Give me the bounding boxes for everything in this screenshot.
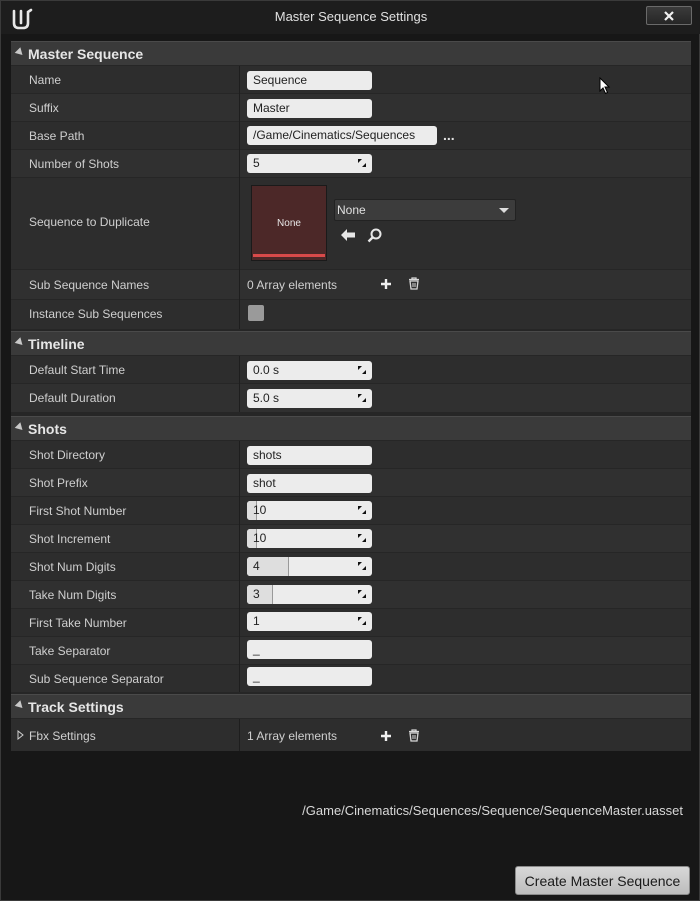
property-label: Instance Sub Sequences <box>29 307 163 321</box>
collapse-triangle-icon <box>14 422 26 433</box>
drag-handle-icon <box>358 506 366 514</box>
section-header-master-sequence[interactable]: Master Sequence <box>11 41 691 65</box>
first-take-number-value: 1 <box>253 614 260 628</box>
first-take-number-spinbox[interactable]: 1 <box>247 612 372 631</box>
master-sequence-settings-window: Master Sequence Settings Master Sequence… <box>0 0 700 901</box>
property-label: Take Separator <box>29 644 111 658</box>
shot-directory-input[interactable]: shots <box>247 446 372 465</box>
search-icon[interactable] <box>367 228 383 243</box>
sub-sequence-separator-input[interactable]: _ <box>247 667 372 686</box>
default-start-time-value: 0.0 s <box>253 363 280 377</box>
add-element-icon[interactable] <box>380 278 392 290</box>
mouse-cursor-icon <box>599 77 611 95</box>
name-input[interactable]: Sequence <box>247 71 372 90</box>
column-divider[interactable] <box>239 441 240 692</box>
close-icon <box>664 10 674 21</box>
slider-fill <box>247 585 273 604</box>
asset-thumbnail[interactable]: None <box>251 185 327 261</box>
property-row-sequence-to-duplicate: Sequence to Duplicate <box>11 178 691 269</box>
browse-path-button[interactable]: ... <box>443 127 455 143</box>
section-header-track-settings[interactable]: Track Settings <box>11 694 691 718</box>
expand-arrow-icon[interactable] <box>17 730 24 740</box>
collapse-triangle-icon <box>14 47 26 58</box>
thumbnail-label: None <box>277 218 301 229</box>
property-label: Shot Increment <box>29 532 111 546</box>
asset-color-bar <box>253 254 325 257</box>
first-shot-number-spinbox[interactable]: 10 <box>247 501 372 520</box>
sequence-to-duplicate-combo[interactable]: None <box>334 199 516 221</box>
combo-value: None <box>337 203 366 217</box>
take-num-digits-value: 3 <box>253 587 260 601</box>
section-header-timeline[interactable]: Timeline <box>11 331 691 355</box>
drag-handle-icon <box>358 534 366 542</box>
default-duration-spinbox[interactable]: 5.0 s <box>247 389 372 408</box>
drag-handle-icon <box>358 562 366 570</box>
property-label: Number of Shots <box>29 157 120 171</box>
property-label: Sequence to Duplicate <box>29 215 150 229</box>
array-count: 0 Array elements <box>247 278 338 292</box>
property-label: Default Start Time <box>29 363 126 377</box>
property-label: Take Num Digits <box>29 588 117 602</box>
property-label: First Shot Number <box>29 504 127 518</box>
property-label: Default Duration <box>29 391 116 405</box>
section-title: Master Sequence <box>28 46 144 62</box>
shot-increment-spinbox[interactable]: 10 <box>247 529 372 548</box>
array-count: 1 Array elements <box>247 729 338 743</box>
property-label: Shot Num Digits <box>29 560 116 574</box>
shot-num-digits-spinbox[interactable]: 4 <box>247 557 372 576</box>
base-path-input[interactable]: /Game/Cinematics/Sequences <box>247 126 437 145</box>
section-title: Timeline <box>28 336 85 352</box>
column-divider[interactable] <box>239 356 240 412</box>
collapse-triangle-icon <box>14 700 26 711</box>
window-title: Master Sequence Settings <box>274 9 428 24</box>
collapse-triangle-icon <box>14 337 26 348</box>
shot-prefix-input[interactable]: shot <box>247 474 372 493</box>
drag-handle-icon <box>358 366 366 374</box>
property-label: Name <box>29 73 62 87</box>
drag-handle-icon <box>358 159 366 167</box>
property-label: Sub Sequence Names <box>29 278 150 292</box>
column-divider[interactable] <box>239 66 240 329</box>
take-num-digits-spinbox[interactable]: 3 <box>247 585 372 604</box>
title-bar[interactable]: Master Sequence Settings <box>1 1 700 34</box>
add-element-icon[interactable] <box>380 730 392 742</box>
first-shot-number-value: 10 <box>253 503 267 517</box>
property-label: Fbx Settings <box>29 729 96 743</box>
shot-increment-value: 10 <box>253 531 267 545</box>
use-selected-arrow-icon[interactable] <box>340 228 356 242</box>
property-label: Base Path <box>29 129 85 143</box>
property-label: Shot Directory <box>29 448 106 462</box>
suffix-input[interactable]: Master <box>247 99 372 118</box>
default-start-time-spinbox[interactable]: 0.0 s <box>247 361 372 380</box>
number-of-shots-value: 5 <box>253 156 260 170</box>
drag-handle-icon <box>358 590 366 598</box>
property-label: First Take Number <box>29 616 127 630</box>
close-button[interactable] <box>646 6 692 25</box>
property-row-instance-sub-sequences: Instance Sub Sequences <box>11 300 691 329</box>
property-label: Sub Sequence Separator <box>29 672 164 686</box>
drag-handle-icon <box>358 617 366 625</box>
column-divider[interactable] <box>239 719 240 751</box>
drag-handle-icon <box>358 394 366 402</box>
trash-icon[interactable] <box>408 729 420 742</box>
take-separator-input[interactable]: _ <box>247 640 372 659</box>
asset-path-label: /Game/Cinematics/Sequences/Sequence/Sequ… <box>302 803 683 818</box>
chevron-down-icon <box>499 208 509 213</box>
property-row-fbx-settings[interactable]: Fbx Settings 1 Array elements <box>11 719 691 751</box>
property-label: Suffix <box>29 101 59 115</box>
default-duration-value: 5.0 s <box>253 391 280 405</box>
property-label: Shot Prefix <box>29 476 88 490</box>
trash-icon[interactable] <box>408 277 420 290</box>
number-of-shots-spinbox[interactable]: 5 <box>247 154 372 173</box>
section-title: Shots <box>28 421 67 437</box>
property-row-sub-sequence-names: Sub Sequence Names 0 Array elements <box>11 270 691 299</box>
shot-num-digits-value: 4 <box>253 559 260 573</box>
section-header-shots[interactable]: Shots <box>11 416 691 440</box>
section-title: Track Settings <box>28 699 124 715</box>
instance-sub-sequences-checkbox[interactable] <box>248 305 264 321</box>
create-master-sequence-button[interactable]: Create Master Sequence <box>515 866 690 895</box>
